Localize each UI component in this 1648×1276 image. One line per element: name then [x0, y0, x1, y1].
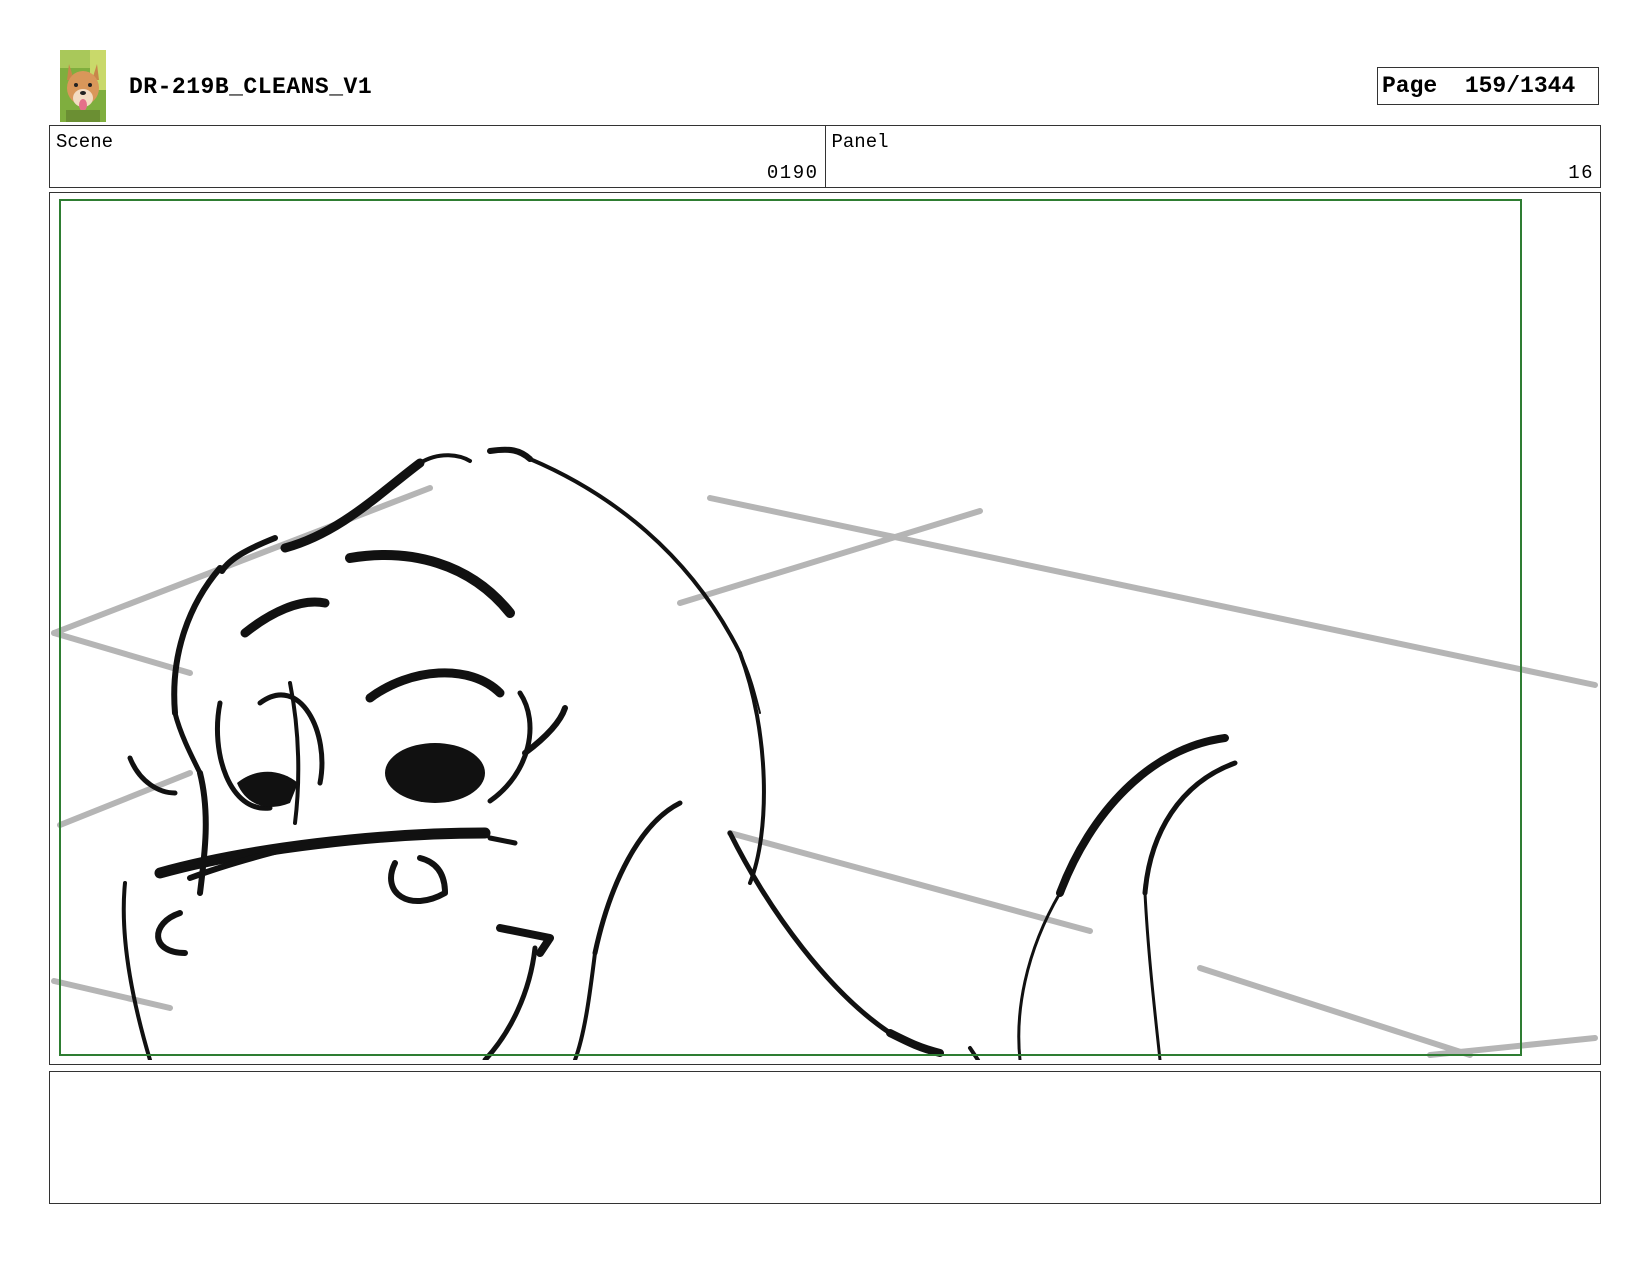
scene-panel-info: Scene 0190 Panel 16 [49, 125, 1601, 188]
scene-label: Scene [56, 131, 114, 153]
panel-value: 16 [1568, 162, 1594, 184]
scene-value: 0190 [766, 162, 819, 184]
document-title: DR-219B_CLEANS_V1 [129, 74, 373, 100]
page-number: 159/1344 [1464, 73, 1576, 99]
storyboard-panel [49, 192, 1601, 1065]
panel-artwork [51, 199, 1598, 1060]
safe-frame [59, 199, 1522, 1056]
page-indicator: Page 159/1344 [1377, 67, 1599, 105]
perspective-guides [51, 485, 1598, 1058]
panel-notes[interactable] [49, 1071, 1601, 1204]
panel-label: Panel [831, 131, 889, 153]
panel-cell: Panel 16 [824, 126, 1601, 187]
scene-cell: Scene 0190 [50, 126, 825, 187]
dog-logo-icon [60, 50, 106, 122]
page-label: Page [1382, 73, 1438, 99]
